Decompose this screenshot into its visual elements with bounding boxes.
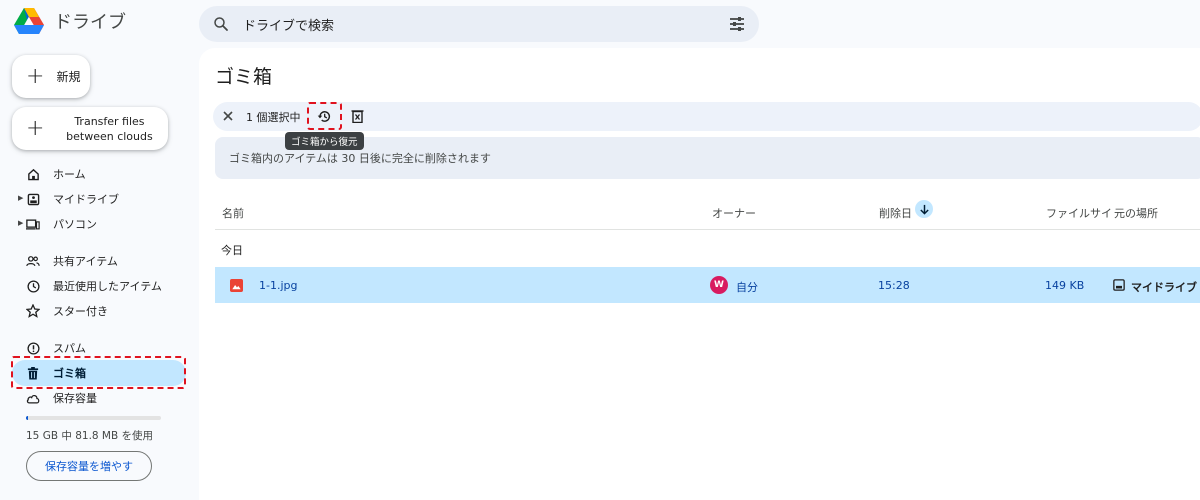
sidebar-item-label: 最近使用したアイテム — [53, 280, 162, 293]
sidebar-item-trash[interactable]: ゴミ箱 — [12, 360, 186, 386]
sidebar-item-spam[interactable]: スパム — [12, 335, 186, 361]
sidebar-item-label: 保存容量 — [53, 392, 97, 405]
sidebar-item-computers[interactable]: ▶ パソコン — [12, 211, 186, 237]
column-header-size[interactable]: ファイルサイ — [1046, 205, 1112, 221]
file-owner: 自分 — [736, 281, 758, 294]
selection-toolbar: 1 個選択中 — [213, 102, 1200, 131]
clear-selection-icon[interactable] — [221, 109, 235, 123]
plus-icon: + — [26, 63, 45, 89]
column-header-deleted[interactable]: 削除日 — [879, 205, 912, 221]
file-location[interactable]: マイドライブ — [1131, 279, 1197, 295]
sidebar-item-label: ゴミ箱 — [53, 367, 86, 380]
expand-icon[interactable]: ▶ — [18, 194, 23, 202]
delete-forever-icon[interactable] — [351, 109, 364, 123]
sidebar-item-starred[interactable]: スター付き — [12, 298, 186, 324]
drive-logo[interactable]: ドライブ — [14, 8, 126, 34]
home-icon — [26, 167, 40, 181]
computer-icon — [26, 217, 40, 231]
storage-quota-bar — [26, 416, 161, 420]
my-drive-icon — [26, 192, 40, 206]
sort-direction-button[interactable] — [915, 200, 933, 218]
sidebar-item-label: スパム — [53, 342, 86, 355]
arrow-down-icon — [919, 204, 929, 215]
get-more-storage-button[interactable]: 保存容量を増やす — [26, 451, 152, 481]
storage-usage-text: 15 GB 中 81.8 MB を使用 — [26, 430, 154, 442]
clock-icon — [26, 279, 40, 293]
app-name: ドライブ — [54, 12, 126, 33]
file-deleted-time: 15:28 — [878, 279, 910, 292]
google-drive-logo-icon — [14, 8, 44, 34]
header-divider — [215, 229, 1200, 230]
sidebar-item-label: スター付き — [53, 305, 108, 318]
sidebar-item-my-drive[interactable]: ▶ マイドライブ — [12, 186, 186, 212]
cloud-icon — [26, 391, 40, 405]
column-header-name[interactable]: 名前 — [222, 205, 244, 221]
restore-icon[interactable] — [317, 109, 332, 124]
search-icon[interactable] — [212, 15, 230, 33]
spam-icon — [26, 341, 40, 355]
sidebar-item-label: パソコン — [53, 218, 97, 231]
search-bar[interactable]: ドライブで検索 — [199, 6, 759, 42]
file-row[interactable]: 1-1.jpg W 自分 15:28 149 KB マイドライブ — [215, 267, 1200, 303]
my-drive-icon — [1113, 279, 1125, 291]
column-header-location[interactable]: 元の場所 — [1114, 205, 1158, 221]
expand-icon[interactable]: ▶ — [18, 219, 23, 227]
avatar: W — [710, 276, 728, 294]
storage-quota-fill — [26, 416, 29, 420]
sidebar-item-storage[interactable]: 保存容量 — [12, 385, 186, 411]
transfer-files-button[interactable]: + Transfer files between clouds — [12, 107, 168, 150]
sidebar-item-label: マイドライブ — [53, 193, 119, 206]
new-button[interactable]: + 新規 — [12, 55, 90, 98]
file-size: 149 KB — [1045, 279, 1085, 292]
search-options-icon[interactable] — [729, 16, 745, 32]
sidebar-item-label: 共有アイテム — [53, 255, 118, 268]
main-content: ゴミ箱 1 個選択中 ゴミ箱内のアイテムは 30 日後に完全に削除されます ゴミ… — [199, 48, 1200, 500]
date-group-label: 今日 — [221, 244, 243, 257]
sidebar-item-home[interactable]: ホーム — [12, 161, 186, 187]
star-icon — [26, 304, 40, 318]
file-name[interactable]: 1-1.jpg — [259, 279, 297, 292]
column-header-owner[interactable]: オーナー — [712, 205, 756, 221]
sidebar-item-recent[interactable]: 最近使用したアイテム — [12, 273, 186, 299]
trash-icon — [26, 366, 40, 380]
plus-icon: + — [26, 115, 45, 141]
new-label: 新規 — [56, 70, 81, 84]
search-input[interactable]: ドライブで検索 — [243, 15, 334, 34]
sidebar-item-label: ホーム — [53, 168, 86, 181]
selection-count: 1 個選択中 — [246, 111, 301, 124]
shared-icon — [26, 254, 40, 268]
restore-tooltip: ゴミ箱から復元 — [285, 132, 364, 150]
image-file-icon — [230, 279, 243, 292]
page-title: ゴミ箱 — [215, 66, 273, 88]
sidebar-item-shared[interactable]: 共有アイテム — [12, 248, 186, 274]
transfer-label: Transfer files between clouds — [66, 114, 153, 143]
